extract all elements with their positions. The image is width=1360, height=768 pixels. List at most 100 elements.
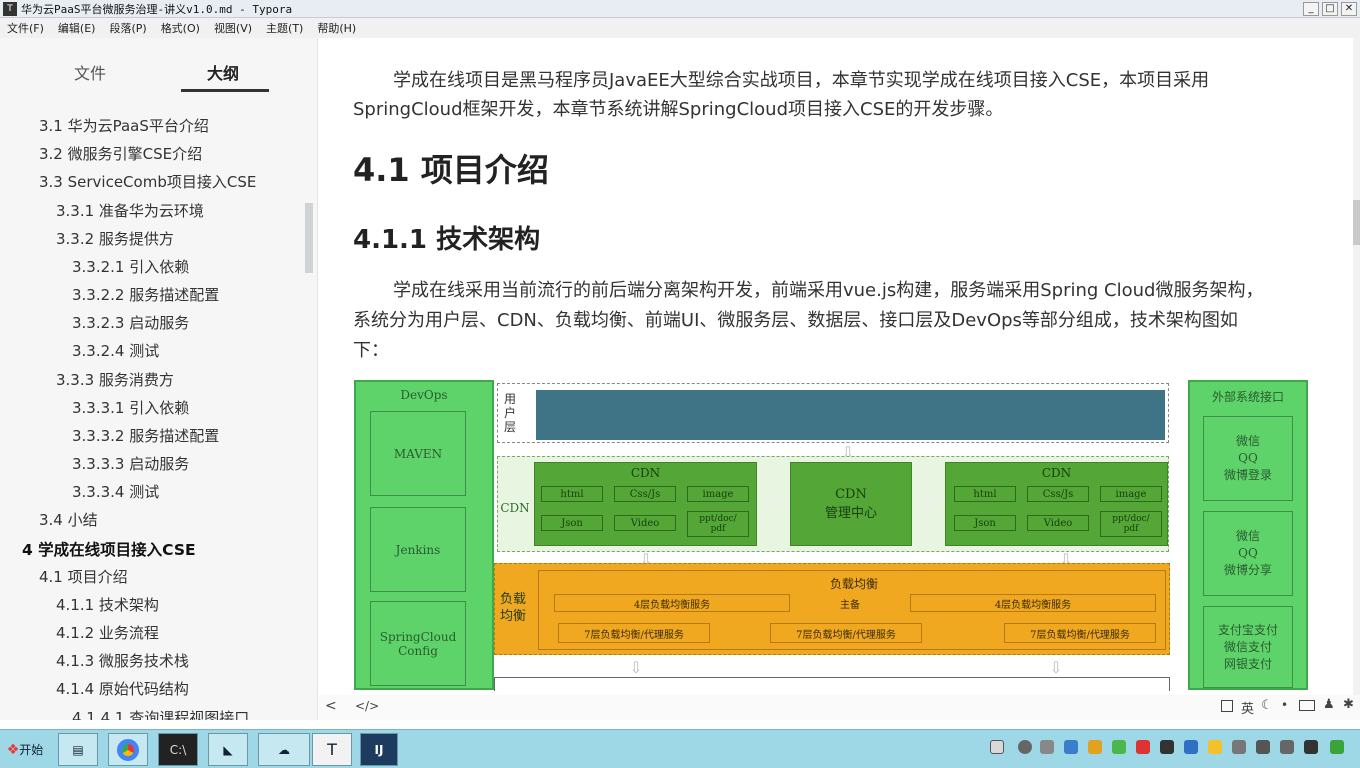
close-button[interactable]: ✕ [1341,1,1357,16]
outline-item[interactable]: 3.3.2.2 服务描述配置 [72,284,219,305]
taskbar-app[interactable]: ◣ [208,733,248,766]
ime-icon[interactable] [1221,700,1233,712]
taskbar-explorer[interactable]: ▤ [58,733,98,766]
outline-item[interactable]: 4.1.2 业务流程 [56,622,159,643]
cdn-right-html: html [954,486,1016,502]
editor-scrollbar-thumb[interactable] [1353,200,1360,245]
tab-files[interactable]: 文件 [74,60,106,84]
outline-item[interactable]: 3.3.3.1 引入依赖 [72,397,189,418]
devops-jenkins: Jenkins [370,507,466,592]
outline-item[interactable]: 4.1.3 微服务技术栈 [56,650,189,671]
cdn-management-center: CDN 管理中心 [790,462,912,546]
menu-paragraph[interactable]: 段落(P) [109,20,146,36]
tray-icon[interactable] [1330,740,1344,754]
lb-title: 负载均衡 [829,576,878,591]
mic-icon[interactable] [1040,740,1054,754]
outline-item[interactable]: 3.3.2.4 测试 [72,340,159,361]
tray-icon[interactable] [1160,740,1174,754]
cdn-right-title: CDN [1041,466,1072,480]
active-tab-indicator [181,89,269,92]
cdn-layer-label: CDN [500,501,530,515]
outline-item[interactable]: 3.3.3.2 服务描述配置 [72,425,219,446]
tray-icon[interactable] [1088,740,1102,754]
tray-icon[interactable] [1232,740,1246,754]
editor-scrollbar[interactable] [1353,38,1360,720]
outline-item[interactable]: 4.1.4 原始代码结构 [56,678,189,699]
outline-item[interactable]: 3.1 华为云PaaS平台介绍 [39,115,209,136]
title-bar: T 华为云PaaS平台微服务治理-讲义v1.0.md - Typora _ □ … [0,0,1360,18]
outline-item[interactable]: 3.3.2.1 引入依赖 [72,256,189,277]
lb-7layer-2: 7层负载均衡/代理服务 [770,623,922,643]
taskbar-intellij[interactable]: IJ [360,733,398,766]
settings-icon[interactable]: ✱ [1343,697,1354,712]
minimize-button[interactable]: _ [1303,1,1319,16]
outline-item-active[interactable]: 4 学成在线项目接入CSE [22,538,196,560]
volume-icon[interactable] [1304,740,1318,754]
outline-item[interactable]: 4.1.1 技术架构 [56,594,159,615]
tab-outline[interactable]: 大纲 [207,60,239,84]
cdn-left-json: Json [541,515,603,531]
source-mode-button[interactable]: </> [355,699,379,713]
tray-icon[interactable] [1256,740,1270,754]
tray-icon[interactable] [990,740,1004,754]
cdn-right-pptdoc: ppt/doc/ pdf [1100,511,1162,537]
arch-paragraph-line1: 学成在线采用当前流行的前后端分离架构开发，前端采用vue.js构建，服务端采用S… [393,280,1264,301]
intellij-icon: IJ [374,742,384,757]
taskbar-typora[interactable]: T [312,733,352,766]
devops-springcloud-config: SpringCloud Config [370,601,466,686]
outline-item[interactable]: 3.3.3.3 启动服务 [72,453,189,474]
cloud-icon: ☁ [278,742,290,757]
outline-item[interactable]: 4.1.4.1 查询课程视图接口 [72,707,249,720]
outline-item[interactable]: 3.3.3.4 测试 [72,481,159,502]
status-bar: < </> 英 ☾ • ♟ ✱ [319,695,1360,720]
moon-icon[interactable]: ☾ [1261,698,1273,713]
keyboard-icon[interactable] [1299,700,1315,711]
menu-file[interactable]: 文件(F) [7,20,44,36]
outline-item[interactable]: 4.1 项目介绍 [39,566,128,587]
person-icon[interactable]: ♟ [1323,697,1335,712]
taskbar-app2[interactable]: ☁ [258,733,310,766]
taskbar-terminal[interactable]: C:\ [158,733,198,766]
start-button[interactable]: ❖ 开始 [2,733,48,766]
cdn-left-image: image [687,486,749,502]
tray-icon[interactable] [1136,740,1150,754]
outline-item[interactable]: 3.2 微服务引擎CSE介绍 [39,143,202,164]
tray-icon[interactable] [1064,740,1078,754]
ext-share: 微信 QQ 微博分享 [1203,511,1293,596]
cdn-right-image: image [1100,486,1162,502]
outline-item[interactable]: 3.3.3 服务消费方 [56,369,174,390]
menu-help[interactable]: 帮助(H) [317,20,356,36]
lb-4layer-right: 4层负载均衡服务 [910,594,1156,612]
ime-language[interactable]: 英 [1241,698,1254,717]
tray-icon[interactable] [1208,740,1222,754]
dot-icon[interactable]: • [1281,698,1288,712]
menu-view[interactable]: 视图(V) [214,20,252,36]
tray-icon[interactable] [1112,740,1126,754]
outline-item[interactable]: 3.3 ServiceComb项目接入CSE [39,171,256,192]
devops-maven: MAVEN [370,411,466,496]
sidebar: 文件 大纲 3.1 华为云PaaS平台介绍 3.2 微服务引擎CSE介绍 3.3… [0,38,318,720]
lb-switch: 主备 [840,599,860,611]
maximize-button[interactable]: □ [1322,1,1338,16]
menu-format[interactable]: 格式(O) [161,20,200,36]
network-icon[interactable] [1280,740,1294,754]
outline-item[interactable]: 3.4 小结 [39,509,98,530]
menu-theme[interactable]: 主题(T) [266,20,303,36]
start-label: 开始 [19,743,44,757]
taskbar-chrome[interactable] [108,733,148,766]
menu-edit[interactable]: 编辑(E) [58,20,96,36]
editor-content[interactable]: 学成在线项目是黑马程序员JavaEE大型综合实战项目，本章节实现学成在线项目接入… [319,38,1353,720]
user-layer-label: 用 户 层 [503,392,516,434]
lb-7layer-3: 7层负载均衡/代理服务 [1004,623,1156,643]
help-icon[interactable] [1018,740,1032,754]
cdn-left-title: CDN [630,466,661,480]
sidebar-scrollbar[interactable] [305,203,313,273]
external-interfaces-title: 外部系统接口 [1211,390,1284,404]
outline-item[interactable]: 3.3.2 服务提供方 [56,228,174,249]
bluetooth-icon[interactable] [1184,740,1198,754]
heading-4-1-1: 4.1.1 技术架构 [353,225,541,255]
lb-4layer-left: 4层负载均衡服务 [554,594,790,612]
toggle-sidebar-button[interactable]: < [325,698,337,714]
outline-item[interactable]: 3.3.1 准备华为云环境 [56,200,204,221]
outline-item[interactable]: 3.3.2.3 启动服务 [72,312,189,333]
